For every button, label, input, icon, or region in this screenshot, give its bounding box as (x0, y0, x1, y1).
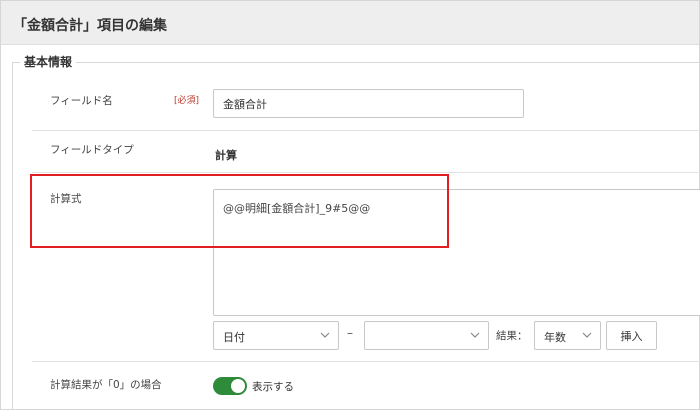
field-select[interactable] (364, 321, 489, 350)
formula-textarea[interactable]: @@明細[金額合計]_9#5@@ (213, 189, 700, 316)
section-legend: 基本情報 (20, 53, 77, 70)
row-divider (32, 130, 700, 131)
dialog-header: 「金額合計」項目の編集 (1, 1, 699, 45)
insert-button[interactable]: 挿入 (606, 321, 657, 350)
field-name-input[interactable] (213, 89, 524, 118)
dialog-title: 「金額合計」項目の編集 (13, 18, 167, 34)
toggle-knob (231, 379, 245, 393)
chevron-down-icon (582, 332, 592, 338)
toggle-label: 表示する (252, 381, 294, 393)
range-dash: – (347, 326, 353, 340)
field-type-value: 計算 (215, 149, 237, 162)
formula-label: 計算式 (50, 193, 82, 205)
chevron-down-icon (470, 332, 480, 338)
required-badge: [必須] (174, 96, 200, 106)
field-type-label: フィールドタイプ (50, 144, 134, 156)
result-unit-value: 年数 (544, 331, 566, 344)
date-select-value: 日付 (223, 331, 245, 344)
show-toggle[interactable] (213, 377, 247, 395)
row-divider (32, 172, 700, 173)
result-label: 結果： (496, 330, 528, 342)
row-divider (32, 361, 700, 362)
date-select[interactable]: 日付 (213, 321, 339, 350)
result-unit-select[interactable]: 年数 (534, 321, 601, 350)
chevron-down-icon (320, 332, 330, 338)
field-name-label: フィールド名 (50, 95, 113, 107)
zero-result-label: 計算結果が「0」の場合 (50, 379, 162, 391)
